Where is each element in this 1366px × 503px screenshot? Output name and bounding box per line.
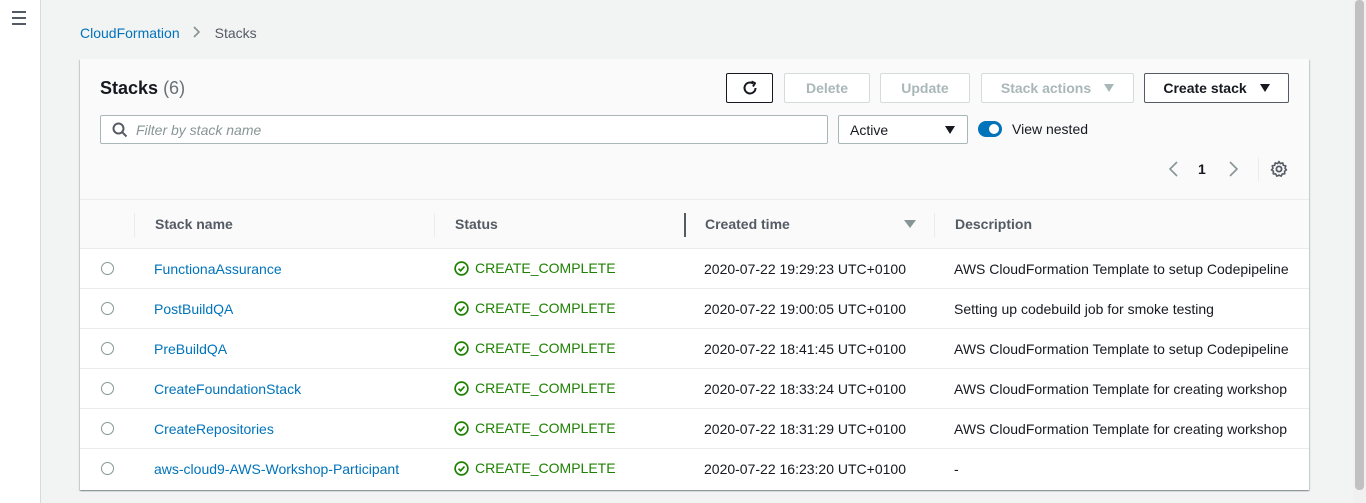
description: AWS CloudFormation Template to setup Cod… [954, 261, 1289, 277]
stack-name-link[interactable]: FunctionaAssurance [154, 261, 282, 277]
scrollbar-thumb[interactable] [1355, 0, 1364, 490]
row-radio[interactable] [101, 422, 114, 435]
stack-name-link[interactable]: CreateRepositories [154, 421, 274, 437]
table-row[interactable]: CreateRepositories CREATE_COMPLETE 2020-… [80, 409, 1309, 449]
status-cell: CREATE_COMPLETE [454, 260, 616, 276]
status-cell: CREATE_COMPLETE [454, 380, 616, 396]
table-row[interactable]: PreBuildQA CREATE_COMPLETE 2020-07-22 18… [80, 329, 1309, 369]
stack-actions-button[interactable]: Stack actions [981, 73, 1134, 103]
search-icon [112, 122, 128, 137]
status-text: CREATE_COMPLETE [475, 380, 616, 396]
view-nested-label: View nested [1012, 121, 1089, 137]
status-text: CREATE_COMPLETE [475, 260, 616, 276]
search-field [100, 115, 828, 144]
search-input[interactable] [136, 121, 816, 138]
description: AWS CloudFormation Template for creating… [954, 421, 1288, 437]
stack-name-link[interactable]: CreateFoundationStack [154, 381, 301, 397]
description: Setting up codebuild job for smoke testi… [954, 301, 1214, 317]
check-circle-icon [454, 420, 469, 436]
description: - [954, 461, 959, 477]
status-filter-select[interactable]: Active [838, 115, 968, 144]
stack-name-link[interactable]: aws-cloud9-AWS-Workshop-Participant [154, 461, 399, 477]
created-time: 2020-07-22 19:00:05 UTC+0100 [704, 301, 906, 317]
row-radio[interactable] [101, 262, 114, 275]
caret-down-icon [945, 126, 955, 134]
gear-icon[interactable] [1270, 160, 1288, 178]
create-stack-label: Create stack [1163, 80, 1247, 96]
check-circle-icon [454, 300, 469, 316]
pagination-divider [1258, 157, 1259, 181]
menu-icon[interactable] [12, 11, 26, 25]
row-radio[interactable] [101, 302, 114, 315]
previous-page-icon[interactable] [1167, 160, 1181, 178]
status-cell: CREATE_COMPLETE [454, 300, 616, 316]
column-header-description[interactable]: Description [955, 216, 1032, 232]
update-label: Update [901, 80, 949, 96]
check-circle-icon [454, 260, 469, 276]
breadcrumb-current: Stacks [214, 25, 257, 41]
check-circle-icon [454, 340, 469, 356]
status-filter-value: Active [850, 121, 889, 138]
status-text: CREATE_COMPLETE [475, 460, 616, 476]
check-circle-icon [454, 460, 469, 476]
column-divider [934, 213, 935, 237]
left-navigation [0, 0, 41, 503]
page-number[interactable]: 1 [1198, 161, 1206, 177]
caret-down-icon [1104, 84, 1115, 92]
table-header: Stack name Status Created time Descripti… [80, 200, 1309, 249]
page-scrollbar[interactable] [1353, 0, 1366, 503]
sort-descending-icon[interactable] [904, 220, 916, 228]
refresh-icon [743, 80, 756, 95]
status-cell: CREATE_COMPLETE [454, 340, 616, 356]
table-row[interactable]: PostBuildQA CREATE_COMPLETE 2020-07-22 1… [80, 289, 1309, 329]
breadcrumb: CloudFormation Stacks [80, 25, 257, 41]
column-header-status[interactable]: Status [455, 216, 498, 232]
table-row[interactable]: CreateFoundationStack CREATE_COMPLETE 20… [80, 369, 1309, 409]
caret-down-icon [1259, 84, 1270, 92]
column-divider [134, 213, 135, 237]
column-divider [434, 213, 435, 237]
view-nested-toggle[interactable] [978, 121, 1002, 137]
page-title: Stacks (6) [100, 78, 185, 99]
refresh-button[interactable] [726, 73, 773, 103]
chevron-right-icon [193, 25, 201, 41]
stack-count: (6) [163, 78, 186, 98]
created-time: 2020-07-22 18:31:29 UTC+0100 [704, 421, 906, 437]
created-time: 2020-07-22 16:23:20 UTC+0100 [704, 461, 906, 477]
update-button[interactable]: Update [880, 73, 970, 103]
created-time: 2020-07-22 18:41:45 UTC+0100 [704, 341, 906, 357]
stacks-panel: Stacks (6) Delete Update Stack actions C… [80, 59, 1309, 490]
created-time: 2020-07-22 18:33:24 UTC+0100 [704, 381, 906, 397]
stack-name-link[interactable]: PreBuildQA [154, 341, 227, 357]
breadcrumb-cloudformation-link[interactable]: CloudFormation [80, 25, 180, 41]
column-header-stack-name[interactable]: Stack name [155, 216, 233, 232]
description: AWS CloudFormation Template for creating… [954, 381, 1288, 397]
status-text: CREATE_COMPLETE [475, 420, 616, 436]
table-row[interactable]: aws-cloud9-AWS-Workshop-Participant CREA… [80, 449, 1309, 489]
stack-name-link[interactable]: PostBuildQA [154, 301, 233, 317]
created-time: 2020-07-22 19:29:23 UTC+0100 [704, 261, 906, 277]
row-radio[interactable] [101, 382, 114, 395]
next-page-icon[interactable] [1226, 160, 1240, 178]
column-divider[interactable] [684, 213, 686, 237]
table-row[interactable]: FunctionaAssurance CREATE_COMPLETE 2020-… [80, 249, 1309, 289]
status-cell: CREATE_COMPLETE [454, 460, 616, 476]
status-cell: CREATE_COMPLETE [454, 420, 616, 436]
status-text: CREATE_COMPLETE [475, 300, 616, 316]
title-text: Stacks [100, 78, 159, 98]
status-text: CREATE_COMPLETE [475, 340, 616, 356]
row-radio[interactable] [101, 342, 114, 355]
toggle-knob [989, 124, 999, 134]
delete-button[interactable]: Delete [784, 73, 870, 103]
description: AWS CloudFormation Template to setup Cod… [954, 341, 1289, 357]
column-header-created-time[interactable]: Created time [705, 216, 790, 232]
create-stack-button[interactable]: Create stack [1144, 73, 1289, 103]
check-circle-icon [454, 380, 469, 396]
row-radio[interactable] [101, 462, 114, 475]
panel-header: Stacks (6) Delete Update Stack actions C… [80, 59, 1309, 200]
delete-label: Delete [805, 80, 849, 96]
stack-actions-label: Stack actions [1000, 80, 1092, 96]
